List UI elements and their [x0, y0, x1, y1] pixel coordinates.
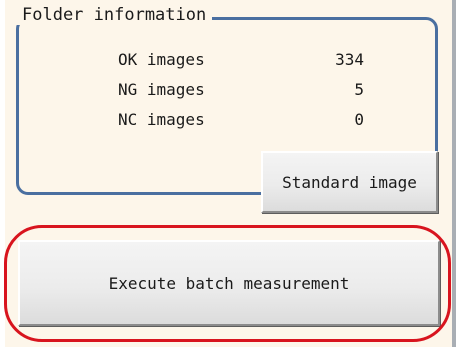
ok-images-value: 334	[335, 50, 364, 69]
info-row-ng-images: NG images 5	[0, 78, 456, 102]
settings-panel: Folder information OK images 334 NG imag…	[0, 0, 456, 347]
ng-images-label: NG images	[118, 80, 205, 99]
folder-information-title: Folder information	[16, 5, 213, 25]
standard-image-button[interactable]: Standard image	[261, 151, 438, 213]
ng-images-value: 5	[354, 80, 364, 99]
execute-batch-measurement-button[interactable]: Execute batch measurement	[18, 240, 440, 326]
info-row-ok-images: OK images 334	[0, 48, 456, 72]
ok-images-label: OK images	[118, 50, 205, 69]
info-row-nc-images: NC images 0	[0, 108, 456, 132]
nc-images-label: NC images	[118, 110, 205, 129]
nc-images-value: 0	[354, 110, 364, 129]
